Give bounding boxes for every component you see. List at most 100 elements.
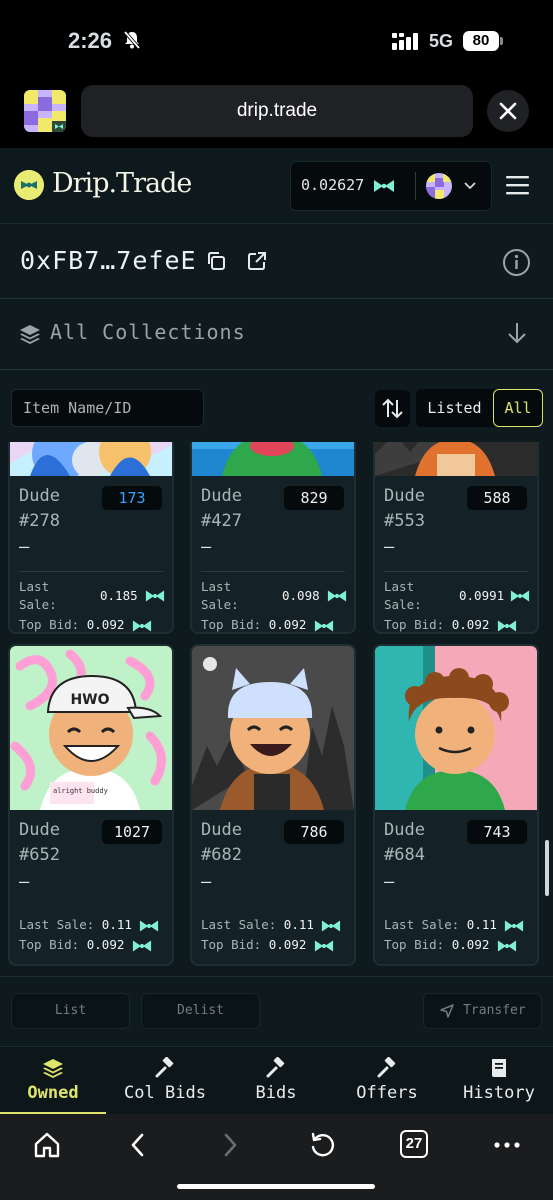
rarity-rank-badge: 743 <box>467 820 527 844</box>
bow-token-icon <box>505 920 524 931</box>
item-name: Dude <box>19 486 60 506</box>
item-image <box>192 646 354 810</box>
shirt-text: alright buddy <box>53 787 108 795</box>
bow-token-icon <box>314 940 334 951</box>
bow-token-icon <box>510 590 530 602</box>
item-card[interactable]: alright buddy HWO Dude 1027 #652 – Last … <box>8 644 174 966</box>
item-card[interactable]: Dude 173 #278 – Last Sale: 0.185 Top Bid… <box>8 442 174 634</box>
last-sale: Last Sale: 0.11 <box>201 916 341 934</box>
top-bid: Top Bid: 0.092 <box>201 616 334 632</box>
bow-token-icon <box>497 940 517 951</box>
item-price: – <box>19 872 30 892</box>
site-favicon-icon <box>24 90 66 132</box>
rarity-rank-badge: 588 <box>467 486 527 510</box>
copy-icon[interactable] <box>205 250 227 272</box>
item-price: – <box>19 537 30 557</box>
item-id: #682 <box>201 845 242 865</box>
arrow-down-icon[interactable] <box>506 321 528 345</box>
wallet-balance: 0.02627 <box>301 176 395 194</box>
book-icon <box>492 1059 506 1077</box>
gavel-icon <box>377 1057 396 1078</box>
bow-token-icon <box>132 940 152 951</box>
item-name: Dude <box>201 486 242 506</box>
top-bid: Top Bid: 0.092 <box>201 936 334 954</box>
bow-token-icon <box>145 590 165 602</box>
bow-token-icon <box>314 620 334 631</box>
battery-icon <box>500 37 503 45</box>
tab-owned[interactable]: Owned <box>0 1046 106 1114</box>
items-grid: Dude 173 #278 – Last Sale: 0.185 Top Bid… <box>0 442 553 974</box>
signal-icon <box>392 33 418 50</box>
filter-listed[interactable]: Listed <box>416 389 493 427</box>
item-name: Dude <box>384 820 425 840</box>
bow-token-icon <box>327 590 347 602</box>
brand-name[interactable]: Drip.Trade <box>52 168 192 199</box>
info-icon[interactable] <box>502 248 531 277</box>
top-bid: Top Bid: 0.092 <box>19 616 152 632</box>
sort-button[interactable] <box>375 390 410 427</box>
home-icon[interactable] <box>32 1130 62 1160</box>
tab-label: History <box>463 1083 535 1103</box>
tab-label: Owned <box>27 1083 79 1103</box>
tabs-count-button[interactable]: 27 <box>400 1130 428 1158</box>
collection-label: All Collections <box>50 320 246 344</box>
tab-label: Col Bids <box>124 1083 206 1103</box>
tab-offers[interactable]: Offers <box>334 1046 440 1114</box>
delist-button[interactable]: Delist <box>141 993 260 1029</box>
item-card[interactable]: Dude 588 #553 – Last Sale: 0.0991 Top Bi… <box>373 442 539 634</box>
tab-bids[interactable]: Bids <box>223 1046 329 1114</box>
close-button[interactable] <box>487 90 529 132</box>
more-icon[interactable] <box>492 1130 522 1160</box>
url-bar[interactable]: drip.trade <box>81 85 473 137</box>
list-button[interactable]: List <box>11 993 130 1029</box>
item-image <box>375 442 537 476</box>
layers-icon <box>43 1059 63 1078</box>
item-name: Dude <box>201 820 242 840</box>
send-icon <box>440 1003 455 1018</box>
item-image <box>192 442 354 476</box>
scrollbar[interactable] <box>545 840 549 896</box>
item-price: – <box>384 872 395 892</box>
forward-icon[interactable] <box>218 1130 242 1160</box>
item-id: #684 <box>384 845 425 865</box>
wallet-divider <box>415 172 416 200</box>
item-card[interactable]: Dude 743 #684 – Last Sale: 0.11 Top Bid:… <box>373 644 539 966</box>
item-id: #553 <box>384 511 425 531</box>
item-card[interactable]: Dude 829 #427 – Last Sale: 0.098 Top Bid… <box>190 442 356 634</box>
divider <box>19 571 163 572</box>
search-input[interactable] <box>11 389 204 427</box>
tab-col-bids[interactable]: Col Bids <box>112 1046 218 1114</box>
tab-label: Offers <box>356 1083 418 1103</box>
rarity-rank-badge: 829 <box>284 486 344 510</box>
item-price: – <box>201 537 212 557</box>
tab-history[interactable]: History <box>446 1046 552 1114</box>
logo-icon[interactable] <box>14 170 44 200</box>
reload-icon[interactable] <box>308 1130 338 1160</box>
tab-label: Bids <box>255 1083 297 1103</box>
filter-all[interactable]: All <box>493 389 543 427</box>
close-icon <box>499 102 517 120</box>
gavel-icon <box>155 1057 174 1078</box>
item-card[interactable]: Dude 786 #682 – Last Sale: 0.11 Top Bid:… <box>190 644 356 966</box>
external-link-icon[interactable] <box>246 250 268 272</box>
last-sale: Last Sale: 0.0991 <box>384 578 530 614</box>
rarity-rank-badge: 1027 <box>102 820 162 844</box>
status-time: 2:26 <box>68 28 113 53</box>
top-bid: Top Bid: 0.092 <box>384 936 517 954</box>
item-id: #427 <box>201 511 242 531</box>
item-id: #652 <box>19 845 60 865</box>
last-sale: Last Sale: 0.185 <box>19 578 165 614</box>
cap-text: HWO <box>70 692 109 708</box>
hamburger-menu-icon[interactable] <box>505 174 531 196</box>
bow-token-icon <box>140 920 159 931</box>
back-icon[interactable] <box>126 1130 150 1160</box>
last-sale: Last Sale: 0.11 <box>384 916 524 934</box>
home-indicator <box>177 1184 375 1189</box>
transfer-button[interactable]: Transfer <box>423 993 542 1029</box>
top-bid: Top Bid: 0.092 <box>384 616 517 632</box>
divider <box>201 571 345 572</box>
chevron-down-icon <box>464 182 476 190</box>
item-name: Dude <box>384 486 425 506</box>
item-price: – <box>384 537 395 557</box>
item-image <box>375 646 537 810</box>
